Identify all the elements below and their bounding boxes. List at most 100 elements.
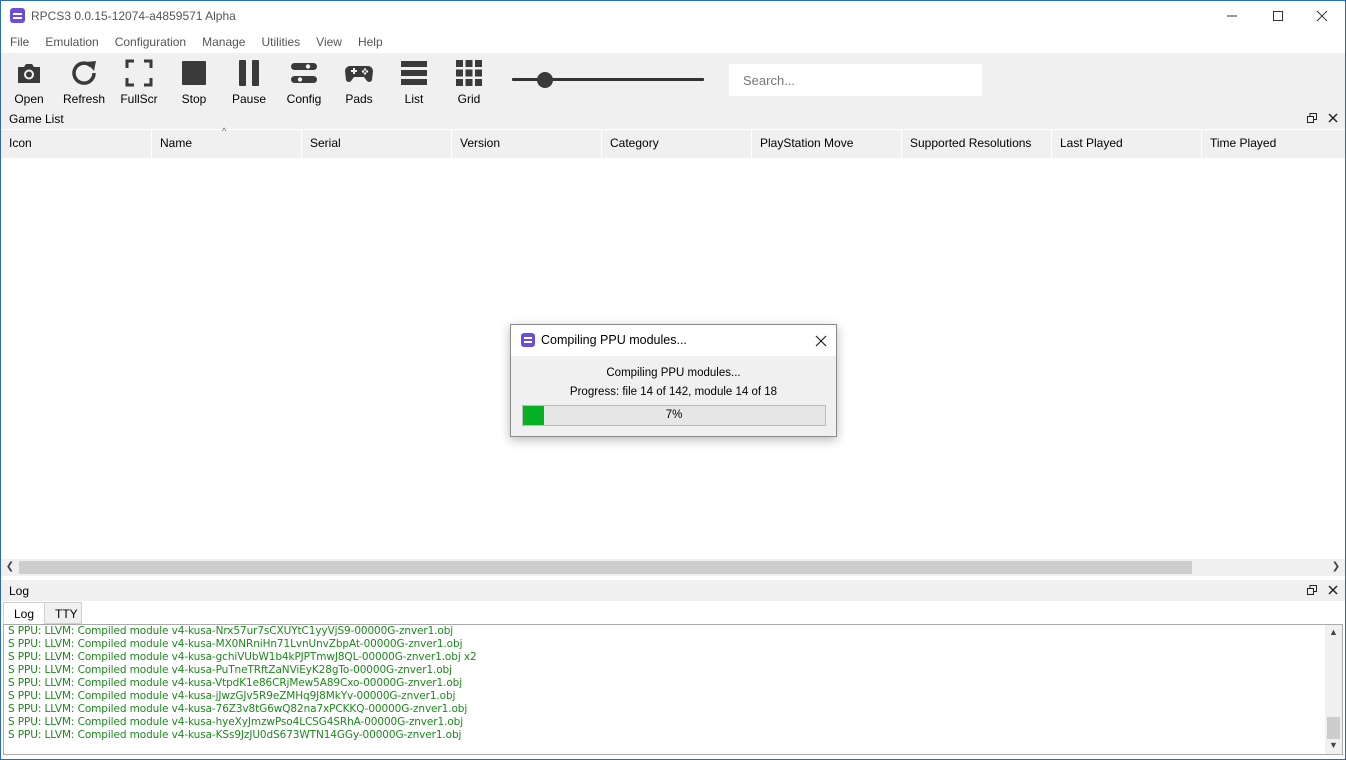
compile-progress-dialog: Compiling PPU modules... Compiling PPU m… xyxy=(510,324,837,437)
menu-help[interactable]: Help xyxy=(350,31,391,53)
scroll-left-icon[interactable]: ❮ xyxy=(3,561,17,574)
dialog-close-button[interactable] xyxy=(811,331,831,351)
pause-label: Pause xyxy=(231,92,267,106)
tab-tty[interactable]: TTY xyxy=(44,602,82,624)
log-close-button[interactable] xyxy=(1326,583,1340,597)
log-line: S PPU: LLVM: Compiled module v4-kusa-Vtp… xyxy=(8,677,463,689)
game-list-title: Game List xyxy=(9,112,64,126)
stop-icon xyxy=(182,61,206,85)
float-icon xyxy=(1307,585,1317,595)
stop-button[interactable]: Stop xyxy=(167,57,221,106)
open-button[interactable]: Open xyxy=(2,57,56,106)
menu-manage[interactable]: Manage xyxy=(194,31,253,53)
grid-label: Grid xyxy=(457,92,481,106)
fullscreen-icon xyxy=(125,59,153,87)
minimize-icon xyxy=(1227,15,1237,17)
grid-icon xyxy=(456,60,482,86)
menu-configuration[interactable]: Configuration xyxy=(107,31,194,53)
log-line: S PPU: LLVM: Compiled module v4-kusa-hye… xyxy=(8,716,464,728)
rpcs3-app-icon xyxy=(521,333,535,347)
dialog-title-bar: Compiling PPU modules... xyxy=(511,325,836,356)
log-line: S PPU: LLVM: Compiled module v4-kusa-MX0… xyxy=(8,638,463,650)
maximize-button[interactable] xyxy=(1255,1,1301,31)
float-icon xyxy=(1307,113,1317,123)
pads-label: Pads xyxy=(345,92,373,106)
config-label: Config xyxy=(286,92,322,106)
fullscreen-button[interactable]: FullScr xyxy=(112,57,166,106)
column-header-icon[interactable]: Icon xyxy=(1,130,152,158)
refresh-icon xyxy=(72,61,96,85)
title-bar: RPCS3 0.0.15-12074-a4859571 Alpha xyxy=(1,1,1345,31)
menu-view[interactable]: View xyxy=(308,31,350,53)
game-list-dock-title: Game List xyxy=(1,108,1345,129)
refresh-label: Refresh xyxy=(62,92,106,106)
fullscreen-label: FullScr xyxy=(120,92,158,106)
config-button[interactable]: Config xyxy=(277,57,331,106)
rpcs3-app-icon xyxy=(10,8,25,23)
sort-indicator: ^ xyxy=(222,126,227,136)
menu-file[interactable]: File xyxy=(2,31,37,53)
list-view-button[interactable]: List xyxy=(387,57,441,106)
pause-button[interactable]: Pause xyxy=(222,57,276,106)
maximize-icon xyxy=(1273,11,1283,21)
close-icon xyxy=(1316,10,1328,22)
list-icon xyxy=(401,61,427,85)
scroll-up-icon[interactable]: ▲ xyxy=(1328,627,1339,639)
icon-size-slider-handle[interactable] xyxy=(537,72,553,88)
close-icon xyxy=(1328,585,1338,595)
log-line: S PPU: LLVM: Compiled module v4-kusa-Nrx… xyxy=(8,625,454,637)
dialog-progress-text: Progress: file 14 of 142, module 14 of 1… xyxy=(569,386,778,398)
toolbar: Open Refresh FullScr Stop Pause Config P… xyxy=(1,53,1345,108)
column-header-time-played[interactable]: Time Played xyxy=(1202,130,1345,158)
scroll-right-icon[interactable]: ❯ xyxy=(1329,561,1343,574)
log-title: Log xyxy=(9,584,30,598)
log-line: S PPU: LLVM: Compiled module v4-kusa-KSs… xyxy=(8,729,462,741)
close-icon xyxy=(1328,113,1338,123)
pause-icon xyxy=(239,60,259,86)
column-header-version[interactable]: Version xyxy=(452,130,602,158)
camera-icon xyxy=(18,64,40,83)
log-line: S PPU: LLVM: Compiled module v4-kusa-gch… xyxy=(8,651,477,663)
refresh-button[interactable]: Refresh xyxy=(57,57,111,106)
log-line: S PPU: LLVM: Compiled module v4-kusa-jJw… xyxy=(8,690,456,702)
column-header-name[interactable]: Name xyxy=(152,130,302,158)
menu-bar: File Emulation Configuration Manage Util… xyxy=(1,31,1345,53)
settings-toggles-icon xyxy=(291,63,317,83)
menu-utilities[interactable]: Utilities xyxy=(253,31,308,53)
search-input[interactable] xyxy=(728,63,983,97)
log-output[interactable]: S PPU: LLVM: Compiled module v4-kusa-Nrx… xyxy=(3,624,1343,755)
column-header-serial[interactable]: Serial xyxy=(302,130,452,158)
dialog-message: Compiling PPU modules... xyxy=(606,367,741,379)
menu-emulation[interactable]: Emulation xyxy=(37,31,106,53)
tab-log[interactable]: Log xyxy=(3,602,45,624)
dialog-title: Compiling PPU modules... xyxy=(541,333,687,347)
log-float-button[interactable] xyxy=(1305,583,1319,597)
log-line: S PPU: LLVM: Compiled module v4-kusa-76Z… xyxy=(8,703,468,715)
close-button[interactable] xyxy=(1299,1,1345,31)
open-label: Open xyxy=(14,92,44,106)
log-scroll-thumb[interactable] xyxy=(1327,717,1340,739)
progress-bar: 7% xyxy=(522,405,826,426)
horizontal-scroll-thumb[interactable] xyxy=(19,561,1192,574)
window-title: RPCS3 0.0.15-12074-a4859571 Alpha xyxy=(31,9,236,23)
column-header-last-played[interactable]: Last Played xyxy=(1052,130,1202,158)
minimize-button[interactable] xyxy=(1209,1,1255,31)
column-header-category[interactable]: Category xyxy=(602,130,752,158)
column-header-supported-resolutions[interactable]: Supported Resolutions xyxy=(902,130,1052,158)
grid-view-button[interactable]: Grid xyxy=(442,57,496,106)
log-lines: S PPU: LLVM: Compiled module v4-kusa-Nrx… xyxy=(4,625,1342,742)
log-line: S PPU: LLVM: Compiled module v4-kusa-PuT… xyxy=(8,664,452,676)
close-icon xyxy=(815,335,827,347)
column-header-playstation-move[interactable]: PlayStation Move xyxy=(752,130,902,158)
stop-label: Stop xyxy=(181,92,207,106)
pads-button[interactable]: Pads xyxy=(332,57,386,106)
horizontal-scrollbar[interactable]: ❮ ❯ xyxy=(1,559,1345,576)
game-list-header: Icon Name Serial Version Category PlaySt… xyxy=(1,130,1345,158)
log-dock-title: Log xyxy=(1,580,1345,601)
game-list-float-button[interactable] xyxy=(1305,111,1319,125)
log-tabs: Log TTY xyxy=(1,602,1345,624)
gamepad-icon xyxy=(345,66,373,82)
log-vertical-scrollbar[interactable]: ▲ ▼ xyxy=(1325,625,1342,754)
game-list-close-button[interactable] xyxy=(1326,111,1340,125)
scroll-down-icon[interactable]: ▼ xyxy=(1328,740,1339,752)
